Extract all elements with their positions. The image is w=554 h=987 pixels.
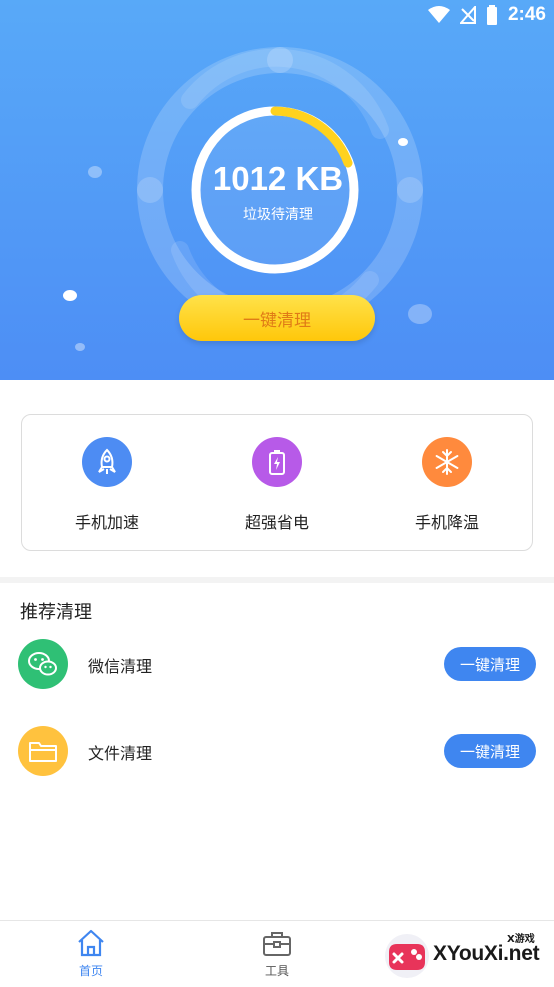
gamepad-icon xyxy=(385,934,429,978)
watermark-brand-text: XYouXi.net xyxy=(433,942,540,965)
hero-panel: 2:46 1012 KB 垃圾待清理 一键清理 xyxy=(0,0,554,380)
status-time: 2:46 xyxy=(507,4,546,25)
no-signal-icon xyxy=(459,6,476,24)
tool-label: 手机降温 xyxy=(414,513,479,532)
toolbox-icon xyxy=(263,932,291,956)
home-icon xyxy=(78,929,104,957)
tool-power-saving[interactable]: 超强省电 xyxy=(192,437,362,533)
list-item-name: 微信清理 xyxy=(88,657,153,676)
nav-tools[interactable]: 工具 xyxy=(232,929,322,979)
wechat-icon xyxy=(18,639,68,689)
decor-dot xyxy=(408,304,432,324)
list-item-name: 文件清理 xyxy=(88,744,153,763)
status-bar: 2:46 xyxy=(427,3,546,27)
tool-phone-cooling[interactable]: 手机降温 xyxy=(362,437,532,533)
battery-status-icon xyxy=(486,5,497,25)
tools-card: 手机加速 超强省电 手机降温 xyxy=(21,414,533,551)
junk-size-label: 垃圾待清理 xyxy=(243,207,313,223)
tool-label: 超强省电 xyxy=(244,513,309,532)
junk-size-value: 1012 KB xyxy=(212,160,344,197)
decor-dot xyxy=(398,138,408,146)
decor-dot xyxy=(75,343,85,351)
rocket-icon xyxy=(82,437,132,487)
nav-label: 首页 xyxy=(78,964,103,978)
recommend-title: 推荐清理 xyxy=(20,602,92,623)
one-click-clean-button[interactable]: 一键清理 xyxy=(179,295,375,341)
file-clean-button[interactable]: 一键清理 xyxy=(444,734,536,768)
snowflake-icon xyxy=(422,437,472,487)
nav-label: 工具 xyxy=(264,964,289,978)
watermark-logo: X游戏 XYouXi.net xyxy=(383,926,554,986)
wifi-icon xyxy=(427,6,450,23)
wechat-clean-button[interactable]: 一键清理 xyxy=(444,647,536,681)
list-item-wechat-clean: 微信清理 一键清理 xyxy=(0,634,554,694)
decor-dot xyxy=(63,290,77,301)
section-divider xyxy=(0,577,554,583)
list-item-file-clean: 文件清理 一键清理 xyxy=(0,721,554,781)
nav-home[interactable]: 首页 xyxy=(46,929,136,979)
battery-icon xyxy=(252,437,302,487)
tool-label: 手机加速 xyxy=(74,513,139,532)
decor-dot xyxy=(88,166,102,178)
folder-icon xyxy=(18,726,68,776)
tool-phone-boost[interactable]: 手机加速 xyxy=(22,437,192,533)
